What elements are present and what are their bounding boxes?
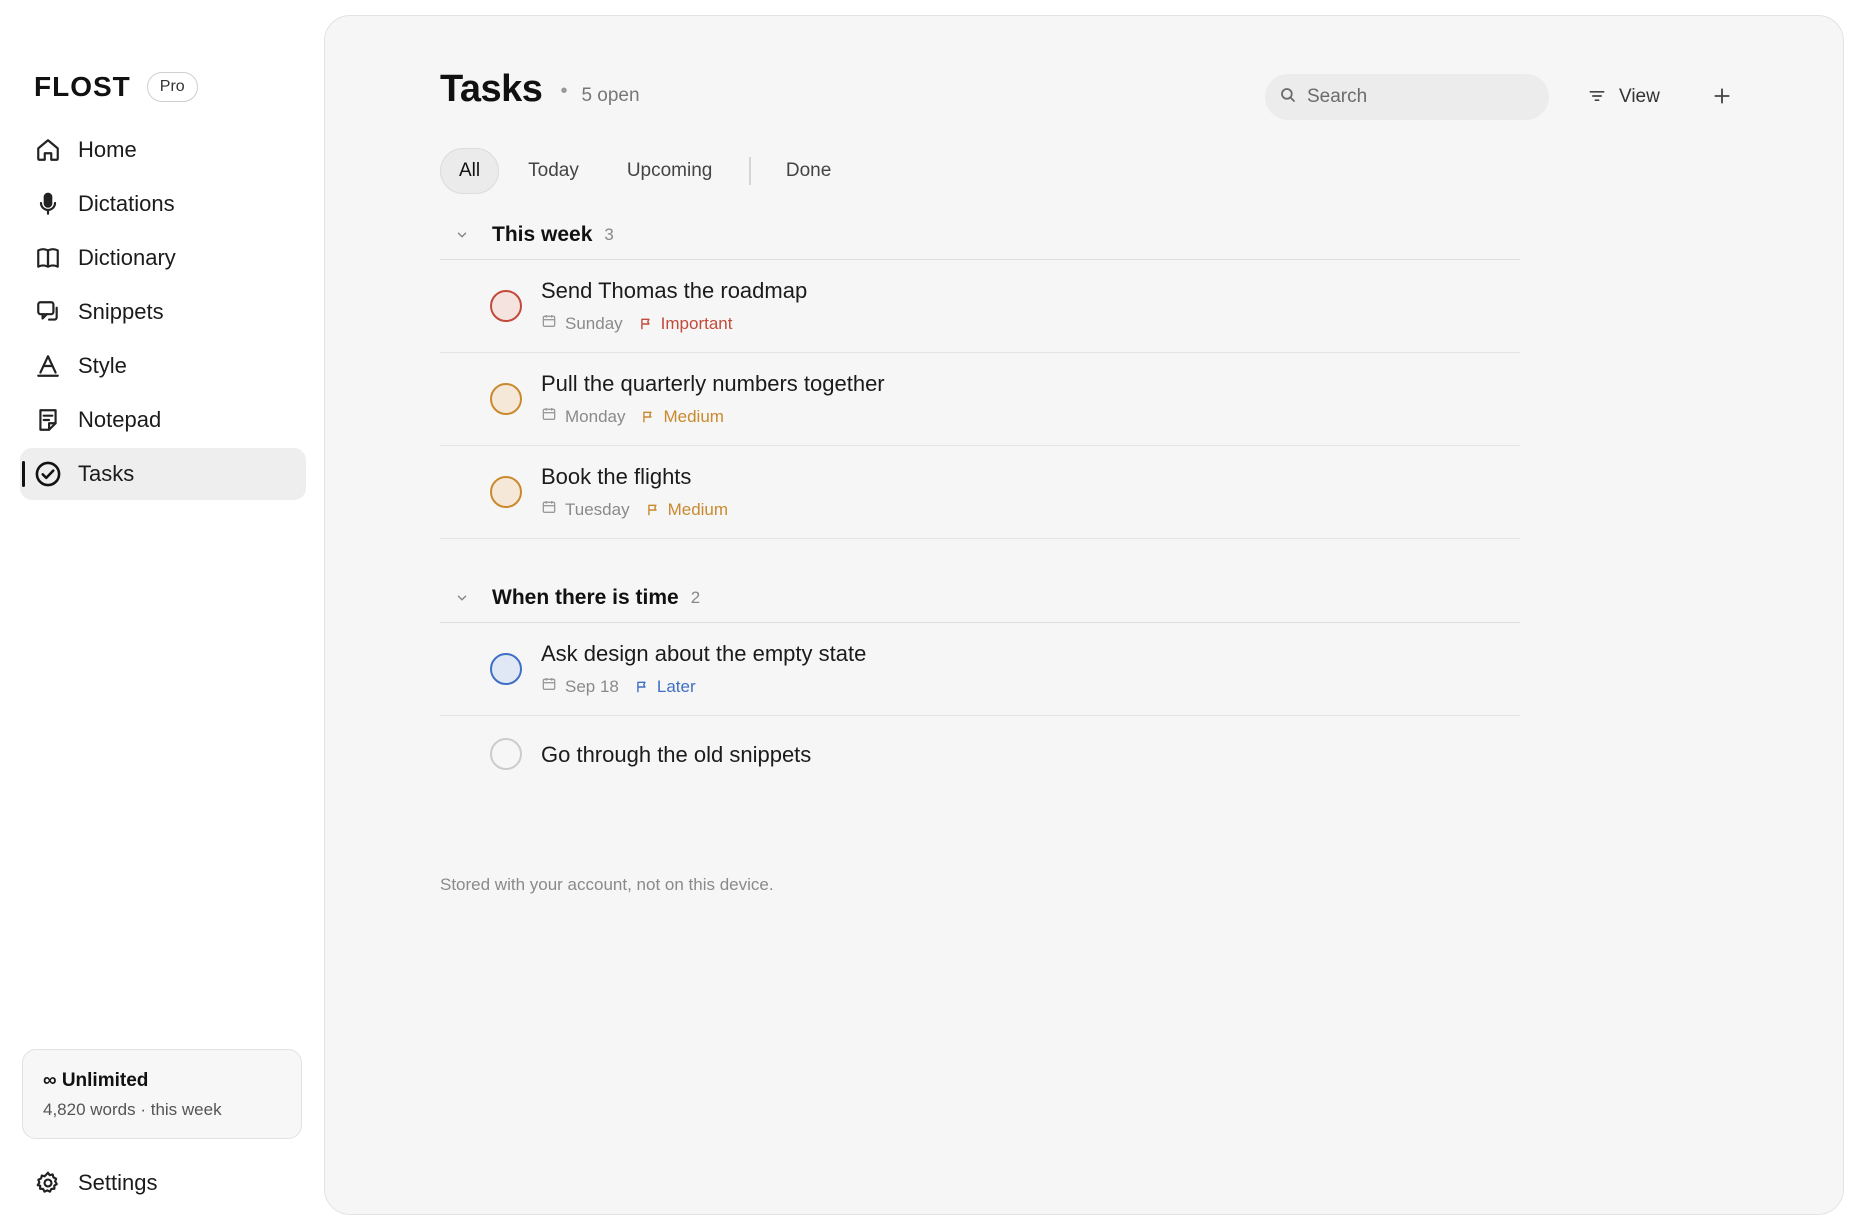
sidebar-item-home[interactable]: Home	[20, 124, 306, 176]
task-meta: Sep 18 Later	[541, 676, 696, 697]
add-task-button[interactable]	[1703, 78, 1741, 116]
snippets-icon	[34, 298, 62, 326]
brand-logo[interactable]: FLOST Pro	[34, 72, 198, 102]
task-row[interactable]: Book the flights Tuesday Medium	[440, 446, 1520, 539]
open-count: 5 open	[581, 85, 640, 106]
section-header[interactable]: This week 3	[440, 210, 1520, 260]
search-box[interactable]	[1265, 74, 1549, 120]
task-checkbox[interactable]	[490, 653, 522, 685]
view-button[interactable]: View	[1581, 78, 1666, 116]
sidebar-item-label: Snippets	[78, 299, 164, 324]
sidebar-item-label: Notepad	[78, 407, 162, 432]
sidebar-item-settings[interactable]: Settings	[20, 1158, 306, 1208]
task-row[interactable]: Ask design about the empty state Sep 18 …	[440, 623, 1520, 716]
sidebar: FLOST Pro Home Dictations Dictionary Sni…	[0, 0, 324, 1230]
sidebar-nav: Home Dictations Dictionary Snippets Styl…	[20, 124, 306, 502]
section-header[interactable]: When there is time 2	[440, 573, 1520, 623]
task-row[interactable]: Pull the quarterly numbers together Mond…	[440, 353, 1520, 446]
task-date: Sunday	[565, 313, 623, 333]
microphone-icon	[34, 190, 62, 218]
task-title: Send Thomas the roadmap	[541, 278, 808, 303]
flag-icon	[635, 679, 649, 695]
filter-icon	[1587, 86, 1607, 109]
gear-icon	[34, 1169, 62, 1197]
task-checkbox[interactable]	[490, 290, 522, 322]
chevron-down-icon[interactable]	[452, 591, 472, 605]
page-title: Tasks	[440, 68, 543, 110]
task-meta: Tuesday Medium	[541, 499, 728, 520]
sidebar-item-label: Dictations	[78, 191, 175, 216]
view-label: View	[1619, 86, 1660, 107]
task-title: Book the flights	[541, 464, 692, 489]
task-checkbox[interactable]	[490, 476, 522, 508]
calendar-icon	[541, 676, 557, 697]
task-date: Sep 18	[565, 676, 619, 696]
task-checkbox[interactable]	[490, 738, 522, 770]
app-window: FLOST Pro Home Dictations Dictionary Sni…	[0, 0, 1860, 1230]
task-priority: Medium	[663, 406, 724, 426]
usage-subtitle: 4,820 words · this week	[43, 1100, 222, 1119]
search-input[interactable]	[1307, 86, 1527, 108]
notepad-icon	[34, 406, 62, 434]
task-title: Pull the quarterly numbers together	[541, 371, 885, 396]
task-title: Ask design about the empty state	[541, 641, 867, 666]
task-date: Monday	[565, 406, 626, 426]
filter-tabs: All Today Upcoming Done	[440, 148, 860, 194]
sidebar-item-label: Style	[78, 353, 127, 378]
task-priority: Important	[660, 313, 733, 333]
home-icon	[34, 136, 62, 164]
sidebar-item-dictionary[interactable]: Dictionary	[20, 232, 306, 284]
task-priority: Medium	[667, 499, 729, 519]
sidebar-item-style[interactable]: Style	[20, 340, 306, 392]
task-date: Tuesday	[565, 499, 630, 519]
usage-title: ∞ Unlimited	[43, 1070, 149, 1091]
pro-badge: Pro	[146, 72, 198, 102]
flag-icon	[639, 316, 653, 332]
sidebar-item-tasks[interactable]: Tasks	[20, 448, 306, 500]
sidebar-item-label: Home	[78, 137, 137, 162]
section-this-week: This week 3 Send Thomas the roadmap Sund…	[440, 210, 1520, 539]
page-header: Tasks • 5 open	[440, 68, 640, 111]
tab-divider	[749, 157, 751, 185]
calendar-icon	[541, 406, 557, 427]
usage-card[interactable]: ∞ Unlimited 4,820 words · this week	[22, 1049, 302, 1139]
section-count: 2	[690, 587, 701, 607]
check-circle-icon	[34, 460, 62, 488]
logo-wordmark: FLOST	[34, 71, 131, 102]
storage-footnote: Stored with your account, not on this de…	[440, 875, 774, 894]
tab-upcoming[interactable]: Upcoming	[608, 148, 732, 194]
chevron-down-icon[interactable]	[452, 228, 472, 242]
task-priority: Later	[656, 676, 696, 696]
flag-icon	[646, 502, 660, 518]
sidebar-item-label: Dictionary	[78, 245, 176, 270]
sidebar-item-notepad[interactable]: Notepad	[20, 394, 306, 446]
section-title: When there is time	[492, 585, 679, 609]
tab-done[interactable]: Done	[767, 148, 850, 194]
flag-icon	[641, 409, 655, 425]
task-row[interactable]: Send Thomas the roadmap Sunday Important	[440, 260, 1520, 353]
sidebar-item-dictations[interactable]: Dictations	[20, 178, 306, 230]
settings-label: Settings	[78, 1170, 158, 1195]
search-icon	[1279, 86, 1297, 109]
task-meta: Monday Medium	[541, 406, 724, 427]
task-row[interactable]: Go through the old snippets	[440, 716, 1520, 796]
tab-today[interactable]: Today	[509, 148, 598, 194]
title-separator: •	[560, 80, 568, 102]
tab-all[interactable]: All	[440, 148, 500, 194]
section-when-there-is-time: When there is time 2 Ask design about th…	[440, 573, 1520, 796]
sidebar-item-snippets[interactable]: Snippets	[20, 286, 306, 338]
calendar-icon	[541, 499, 557, 520]
main-panel: Tasks • 5 open View All Today Upcoming	[324, 15, 1844, 1215]
calendar-icon	[541, 313, 557, 334]
style-icon	[34, 352, 62, 380]
task-title: Go through the old snippets	[541, 742, 812, 767]
task-checkbox[interactable]	[490, 383, 522, 415]
book-icon	[34, 244, 62, 272]
section-count: 3	[604, 224, 614, 244]
plus-icon	[1712, 86, 1732, 109]
task-meta: Sunday Important	[541, 313, 732, 334]
sidebar-item-label: Tasks	[78, 461, 135, 486]
section-title: This week	[492, 222, 593, 246]
